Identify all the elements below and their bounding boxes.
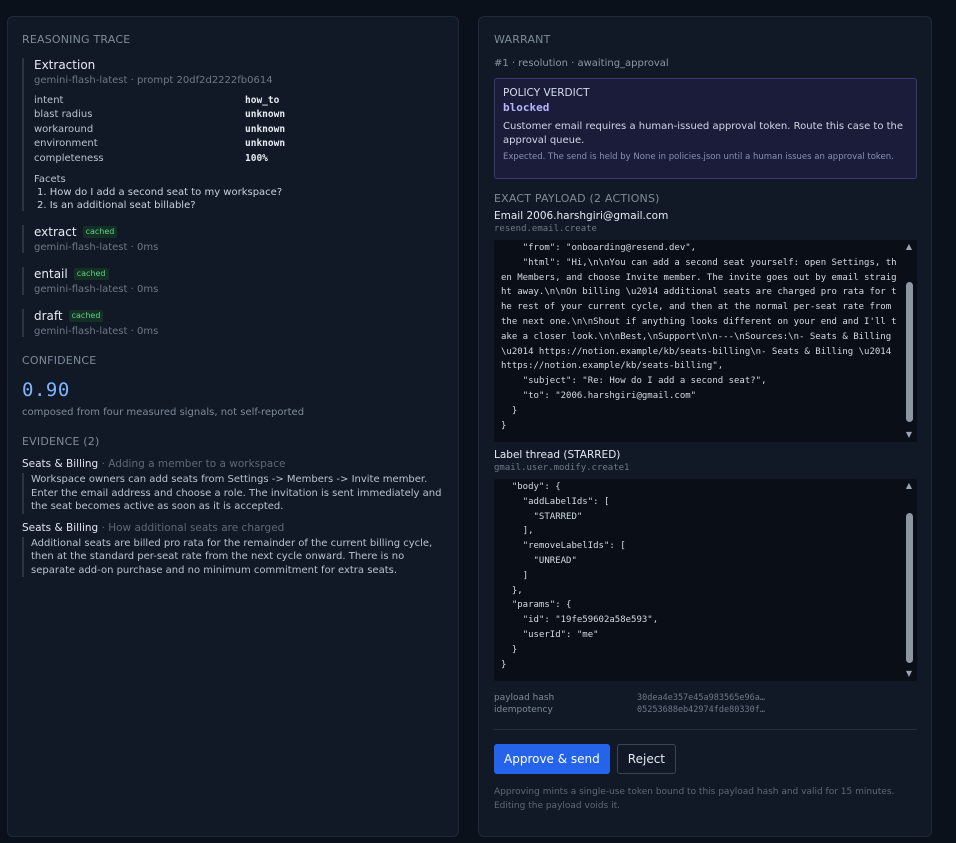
evidence-source: Seats & Billing (22, 458, 99, 471)
idempotency-value: 05253688eb42974fde80330f… (637, 705, 765, 715)
evidence-body: Workspace owners can add seats from Sett… (22, 473, 444, 514)
scroll-up-icon[interactable]: ▲ (903, 481, 915, 491)
payload-hash-value: 30dea4e357e45a983565e96a… (637, 693, 765, 703)
scroll-down-icon[interactable]: ▼ (903, 430, 915, 440)
step-title: entail (34, 267, 68, 282)
scroll-down-icon[interactable]: ▼ (903, 669, 915, 679)
step-subtitle: gemini-flash-latest · 0ms (34, 284, 159, 296)
evidence-item: Seats & Billing · How additional seats a… (22, 522, 444, 578)
action-title: Email 2006.harshgiri@gmail.com (494, 210, 669, 222)
verdict-description: Customer email requires a human-issued a… (503, 121, 904, 146)
step-subtitle: gemini-flash-latest · 0ms (34, 326, 159, 338)
action-title: Label thread (STARRED) (494, 449, 621, 461)
meta-key: payload hash (494, 693, 555, 703)
confidence-note: composed from four measured signals, not… (22, 407, 305, 419)
approve-send-button[interactable]: Approve & send (494, 744, 610, 774)
field-value: how_to (245, 95, 280, 106)
scroll-thumb[interactable] (906, 513, 913, 663)
warrant-heading: WARRANT (494, 33, 551, 46)
verdict-heading: POLICY VERDICT (503, 87, 590, 99)
reasoning-trace-heading: REASONING TRACE (22, 33, 131, 46)
scroll-up-icon[interactable]: ▲ (903, 242, 915, 252)
scrollbar[interactable]: ▲ ▼ (903, 242, 915, 440)
scroll-thumb[interactable] (906, 282, 913, 422)
reasoning-trace-panel: REASONING TRACE Extraction gemini-flash-… (7, 16, 459, 837)
meta-key: idempotency (494, 705, 553, 715)
policy-verdict-card: POLICY VERDICT blocked Customer email re… (494, 78, 917, 179)
evidence-topic: · How additional seats are charged (98, 521, 285, 534)
step-title: extract (34, 225, 77, 240)
evidence-source: Seats & Billing (22, 521, 99, 534)
reject-button[interactable]: Reject (616, 744, 676, 774)
field-key: completeness (34, 152, 104, 164)
payload-code-block[interactable]: "from": "onboarding@resend.dev", "html":… (494, 240, 917, 442)
warrant-panel: WARRANT #1 · resolution · awaiting_appro… (478, 16, 932, 837)
extraction-title: Extraction (34, 58, 96, 72)
divider (494, 729, 917, 730)
step-title: draft (34, 309, 63, 324)
verdict-expected-note: Expected. The send is held by None in po… (503, 152, 894, 162)
field-value: unknown (245, 123, 286, 135)
payload-code: "body": { "addLabelIds": [ "STARRED" ], … (501, 482, 659, 670)
evidence-heading: EVIDENCE (2) (22, 435, 100, 449)
action-type: gmail.user.modify.create1 (494, 463, 630, 473)
facets-label: Facets (34, 174, 66, 186)
trace-step-extract: extract cached gemini-flash-latest · 0ms (22, 225, 444, 254)
step-subtitle: gemini-flash-latest · 0ms (34, 242, 159, 254)
field-value: 100% (245, 152, 268, 164)
facet-item: 2. Is an additional seat billable? (37, 200, 196, 212)
field-value: unknown (245, 109, 286, 121)
field-key: workaround (34, 123, 94, 135)
payload-heading: EXACT PAYLOAD (2 ACTIONS) (494, 192, 660, 205)
warrant-status: #1 · resolution · awaiting_approval (494, 58, 669, 69)
facet-item: 1. How do I add a second seat to my work… (37, 187, 283, 199)
extraction-step: Extraction gemini-flash-latest · prompt … (22, 58, 444, 212)
payload-code: "from": "onboarding@resend.dev", "html":… (501, 243, 897, 431)
cached-badge: cached (73, 268, 109, 281)
cached-badge: cached (82, 226, 118, 239)
action-email: Email 2006.harshgiri@gmail.com resend.em… (494, 210, 917, 442)
verdict-value: blocked (503, 101, 550, 114)
action-label: Label thread (STARRED) gmail.user.modify… (494, 449, 917, 681)
scrollbar[interactable]: ▲ ▼ (903, 481, 915, 679)
evidence-body: Additional seats are billed pro rata for… (22, 536, 444, 578)
field-key: environment (34, 138, 98, 150)
action-buttons: Approve & send Reject (494, 744, 917, 774)
payload-code-block[interactable]: "body": { "addLabelIds": [ "STARRED" ], … (494, 479, 917, 681)
payload-meta: payload hash 30dea4e357e45a983565e96a… i… (494, 693, 917, 715)
trace-step-draft: draft cached gemini-flash-latest · 0ms (22, 309, 444, 338)
extraction-fields: intent how_to blast radius unknown worka… (34, 94, 444, 165)
field-key: blast radius (34, 109, 93, 121)
cached-badge: cached (68, 310, 104, 323)
trace-step-entail: entail cached gemini-flash-latest · 0ms (22, 267, 444, 296)
field-value: unknown (245, 138, 286, 150)
evidence-topic: · Adding a member to a workspace (98, 458, 286, 471)
field-key: intent (34, 95, 64, 106)
extraction-subtitle: gemini-flash-latest · prompt 20df2d2222f… (34, 75, 273, 86)
action-type: resend.email.create (494, 224, 597, 234)
confidence-heading: CONFIDENCE (22, 354, 97, 368)
confidence-value: 0.90 (22, 379, 70, 402)
evidence-item: Seats & Billing · Adding a member to a w… (22, 458, 444, 514)
approval-footnote: Approving mints a single-use token bound… (494, 787, 895, 811)
